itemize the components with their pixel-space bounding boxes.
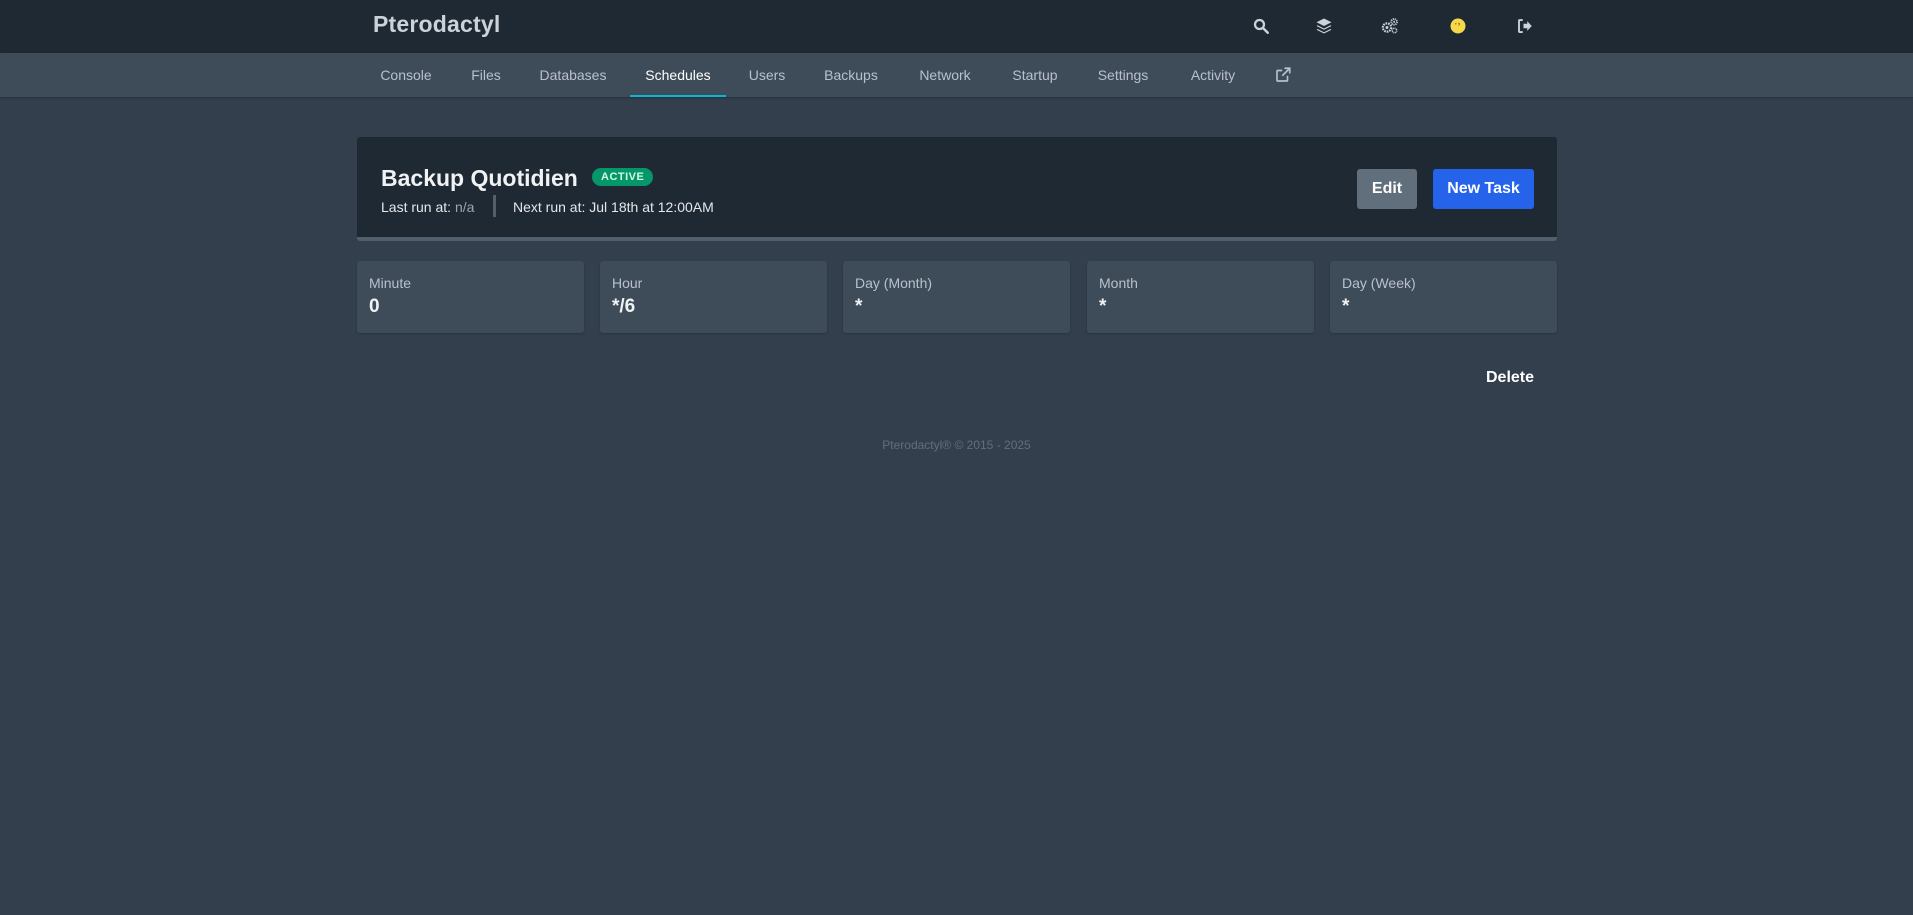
tab-activity[interactable]: Activity <box>1180 53 1246 97</box>
cron-value: 0 <box>369 296 380 317</box>
new-task-button[interactable]: New Task <box>1433 169 1534 209</box>
cron-label: Minute <box>369 275 412 291</box>
last-run-info: Last run at: n/a <box>381 199 474 215</box>
schedule-title: Backup Quotidien <box>381 165 578 191</box>
cron-day-week-card: Day (Week) * <box>1330 261 1557 333</box>
last-run-value: n/a <box>454 199 475 215</box>
top-bar: Pterodactyl <box>0 0 1913 53</box>
cron-label: Month <box>1099 275 1138 291</box>
next-run-value: Jul 18th at 12:00AM <box>589 199 714 215</box>
cogs-icon[interactable] <box>1378 14 1402 38</box>
external-link-icon[interactable] <box>1274 66 1292 84</box>
tab-schedules[interactable]: Schedules <box>630 53 726 97</box>
server-subnav: Console Files Databases Schedules Users … <box>0 53 1913 97</box>
brand-logo-text[interactable]: Pterodactyl <box>373 11 500 38</box>
cron-value: * <box>1342 296 1350 317</box>
next-run-label: Next run at: <box>513 199 586 215</box>
cron-label: Day (Month) <box>855 275 933 291</box>
delete-button[interactable]: Delete <box>1470 366 1550 390</box>
schedule-header-card: Backup Quotidien ACTIVE Last run at: n/a… <box>357 137 1557 241</box>
cron-value: */6 <box>612 296 636 317</box>
tab-files[interactable]: Files <box>463 53 509 97</box>
cron-month-card: Month * <box>1087 261 1314 333</box>
tab-backups[interactable]: Backups <box>816 53 886 97</box>
tab-settings[interactable]: Settings <box>1090 53 1156 97</box>
tab-network[interactable]: Network <box>910 53 980 97</box>
run-divider <box>493 195 496 217</box>
cron-day-month-card: Day (Month) * <box>843 261 1070 333</box>
cron-label: Hour <box>612 275 643 291</box>
tab-startup[interactable]: Startup <box>1003 53 1067 97</box>
tab-users[interactable]: Users <box>742 53 792 97</box>
last-run-label: Last run at: <box>381 199 452 215</box>
next-run-info: Next run at: Jul 18th at 12:00AM <box>513 199 714 215</box>
cron-label: Day (Week) <box>1342 275 1416 291</box>
cron-minute-card: Minute 0 <box>357 261 584 333</box>
status-badge: ACTIVE <box>592 168 654 186</box>
tab-databases[interactable]: Databases <box>533 53 613 97</box>
cron-value: * <box>1099 296 1107 317</box>
cron-hour-card: Hour */6 <box>600 261 827 333</box>
footer-copyright: Pterodactyl® © 2015 - 2025 <box>882 438 1031 452</box>
tab-console[interactable]: Console <box>373 53 439 97</box>
avatar[interactable] <box>1446 14 1470 38</box>
cron-value: * <box>855 296 863 317</box>
edit-button[interactable]: Edit <box>1357 169 1417 209</box>
layers-icon[interactable] <box>1312 14 1336 38</box>
sign-out-icon[interactable] <box>1513 14 1537 38</box>
search-icon[interactable] <box>1249 14 1273 38</box>
